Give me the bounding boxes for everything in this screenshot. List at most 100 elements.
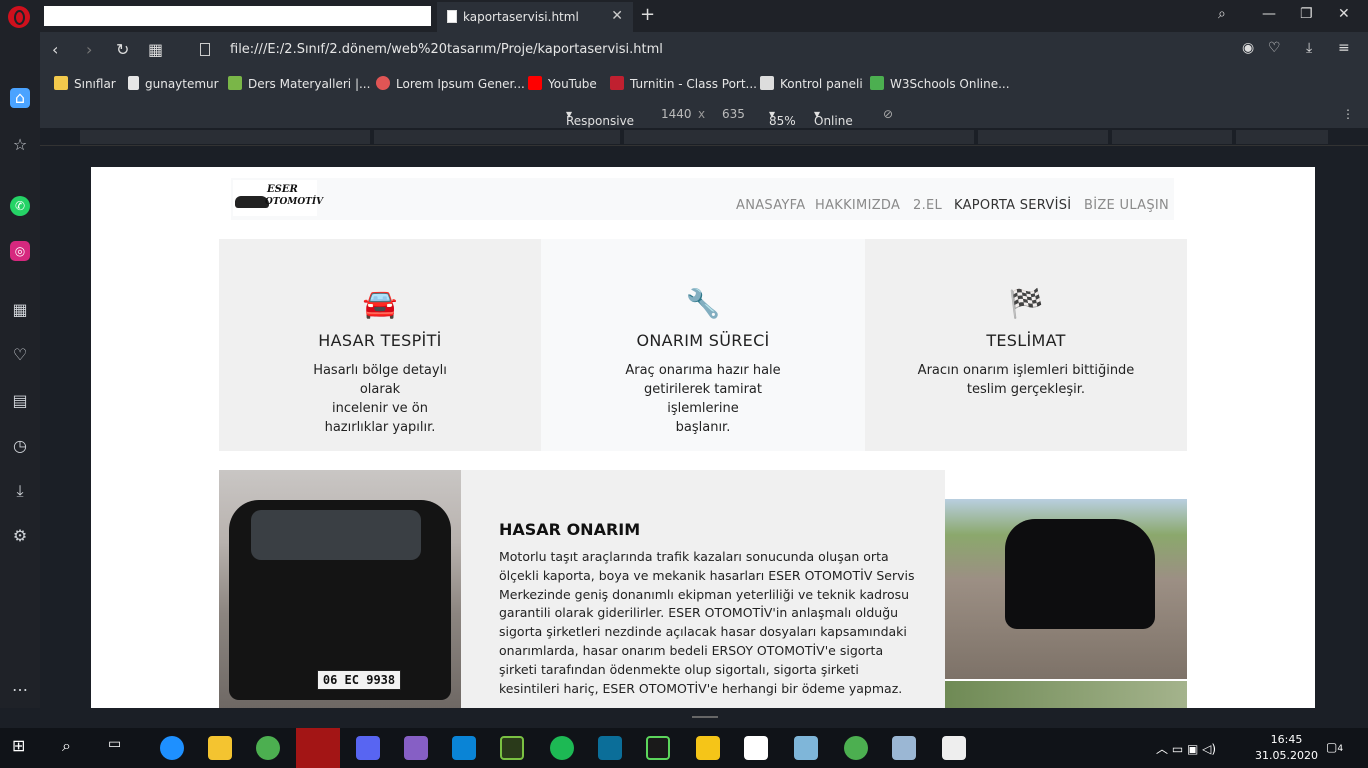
repaired-car-image xyxy=(945,499,1187,679)
bookmark-item[interactable]: W3Schools Online... xyxy=(870,76,1010,91)
minimize-button[interactable]: — xyxy=(1262,6,1276,22)
heart-bookmark-icon[interactable]: ♡ xyxy=(1268,40,1281,56)
snapshot-camera-icon[interactable]: ◉ xyxy=(1242,40,1254,56)
tab-title: kaportaservisi.html xyxy=(463,10,579,24)
damaged-car-image: 06 EC 9938 xyxy=(219,470,461,708)
back-button[interactable]: ‹ xyxy=(52,40,58,59)
more-options-icon[interactable]: … xyxy=(10,676,30,696)
close-window-button[interactable]: ✕ xyxy=(1338,6,1350,22)
feature-card-hasar-tespiti: 🚘 HASAR TESPİTİ Hasarlı bölge detaylı ol… xyxy=(219,239,541,451)
spotify-icon[interactable] xyxy=(550,736,574,760)
edge-icon[interactable] xyxy=(160,736,184,760)
windows-taskbar: ⊞ ⌕ ▭ ︿ ▭ ▣ ◁) 16:45 31.05.2020 ▢4 xyxy=(0,728,1368,768)
terminal-icon[interactable] xyxy=(646,736,670,760)
bookmark-item[interactable]: Lorem Ipsum Gener... xyxy=(376,76,525,91)
arduino-icon[interactable] xyxy=(598,736,622,760)
bookmarks-star-icon[interactable]: ☆ xyxy=(10,135,30,155)
feature-text: Araç onarıma hazır hale getirilerek tamir… xyxy=(625,363,781,435)
forward-button[interactable]: › xyxy=(86,40,92,59)
network-throttle-select[interactable]: Online ▾ xyxy=(814,107,853,128)
viewport-resize-bar[interactable] xyxy=(40,708,1368,728)
bookmarks-bar: Sınıflar gunaytemur Ders Materyalleri |.… xyxy=(40,68,1368,100)
paint-icon[interactable] xyxy=(892,736,916,760)
app-icon[interactable] xyxy=(696,736,720,760)
feature-text: Hasarlı bölge detaylı olarak incelenir ve… xyxy=(313,363,447,435)
bookmark-item[interactable]: gunaytemur xyxy=(128,76,219,91)
nav-link-hakkimizda[interactable]: HAKKIMIZDA xyxy=(815,198,900,213)
file-icon xyxy=(128,76,139,90)
address-bar: ‹ › ↻ ▦ file:///E:/2.Sınıf/2.dönem/web%2… xyxy=(40,32,1368,68)
bookmark-item[interactable]: YouTube xyxy=(528,76,597,91)
download-icon[interactable]: ⤓ xyxy=(1306,40,1312,56)
bookmark-icon xyxy=(376,76,390,90)
feature-card-onarim-sureci: 🔧 ONARIM SÜRECİ Araç onarıma hazır hale g… xyxy=(541,239,865,451)
dimension-separator: x xyxy=(698,107,706,121)
history-icon[interactable]: ◷ xyxy=(10,436,30,456)
device-select[interactable]: Responsive ▾ xyxy=(566,107,634,128)
url-field[interactable]: file:///E:/2.Sınıf/2.dönem/web%20tasarım… xyxy=(230,42,663,57)
discord-icon[interactable] xyxy=(356,736,380,760)
taskbar-clock[interactable]: 16:45 31.05.2020 xyxy=(1255,732,1318,764)
feature-text: Aracın onarım işlemleri bittiğinde teslim… xyxy=(917,363,1135,397)
reload-button[interactable]: ↻ xyxy=(116,40,129,59)
search-icon[interactable]: ⌕ xyxy=(62,736,86,760)
home-icon[interactable]: ⌂ xyxy=(10,88,30,108)
nav-link-2el[interactable]: 2.EL xyxy=(913,198,942,213)
section-text: Motorlu taşıt araçlarında trafik kazalar… xyxy=(499,549,915,696)
height-input[interactable]: 635 xyxy=(722,107,745,121)
active-tab[interactable]: kaportaservisi.html ✕ xyxy=(437,2,633,32)
chrome-icon[interactable] xyxy=(844,736,868,760)
turnitin-icon xyxy=(610,76,624,90)
nav-link-kaporta-servisi[interactable]: KAPORTA SERVİSİ xyxy=(954,198,1071,213)
w3schools-icon xyxy=(870,76,884,90)
news-icon[interactable]: ▤ xyxy=(10,391,30,411)
task-view-icon[interactable]: ▭ xyxy=(108,736,132,760)
tabs-grid-icon[interactable]: ▦ xyxy=(148,40,163,59)
speed-dial-icon[interactable]: ▦ xyxy=(10,300,30,320)
app-icon[interactable] xyxy=(794,736,818,760)
bookmark-item[interactable]: Turnitin - Class Port... xyxy=(610,76,757,91)
zoom-select[interactable]: 85% ▾ xyxy=(769,107,796,128)
bookmark-item[interactable]: Kontrol paneli xyxy=(760,76,863,91)
easy-setup-icon[interactable]: ≡ xyxy=(1338,40,1350,56)
site-logo[interactable]: ESER OTOMOTİV xyxy=(233,180,323,216)
system-tray-icons[interactable]: ︿ ▭ ▣ ◁) xyxy=(1156,740,1216,757)
more-icon[interactable]: ⋮ xyxy=(1342,107,1354,121)
bookmark-item[interactable]: Ders Materyalleri |... xyxy=(228,76,370,91)
file-explorer-icon[interactable] xyxy=(208,736,232,760)
tab-bar: kaportaservisi.html ✕ + ⌕ — ❐ ✕ xyxy=(0,0,1368,32)
maximize-button[interactable]: ❐ xyxy=(1300,6,1313,22)
vscode-icon[interactable] xyxy=(452,736,476,760)
whatsapp-icon[interactable]: ✆ xyxy=(10,196,30,216)
opera-sidebar: ⌂ ☆ ✆ ◎ ▦ ♡ ▤ ◷ ⤓ ⚙ … xyxy=(0,32,40,708)
instagram-icon[interactable]: ◎ xyxy=(10,241,30,261)
close-tab-icon[interactable]: ✕ xyxy=(611,8,623,24)
notifications-icon[interactable]: ▢4 xyxy=(1326,740,1343,754)
opera-logo-icon[interactable] xyxy=(8,6,30,28)
nav-link-bize-ulasin[interactable]: BİZE ULAŞIN xyxy=(1084,198,1169,213)
new-tab-button[interactable]: + xyxy=(640,4,655,25)
width-input[interactable]: 1440 xyxy=(661,107,692,121)
license-plate: 06 EC 9938 xyxy=(317,670,401,690)
visual-studio-icon[interactable] xyxy=(404,736,428,760)
feature-card-teslimat: 🏁 TESLİMAT Aracın onarım işlemleri bitti… xyxy=(865,239,1187,451)
search-tabs-icon[interactable]: ⌕ xyxy=(1218,6,1226,22)
downloads-icon[interactable]: ⤓ xyxy=(10,481,30,501)
chrome-icon[interactable] xyxy=(256,736,280,760)
opera-taskbar-icon[interactable] xyxy=(296,728,340,768)
bookmark-item[interactable]: Sınıflar xyxy=(54,76,116,91)
windows-start-icon[interactable]: ⊞ xyxy=(12,736,36,760)
bookmark-icon xyxy=(760,76,774,90)
settings-gear-icon[interactable]: ⚙ xyxy=(10,526,30,546)
rotate-icon[interactable]: ⊘ xyxy=(883,107,893,121)
checkered-flag-icon: 🏁 xyxy=(1008,287,1044,320)
app-icon[interactable] xyxy=(744,736,768,760)
nav-link-anasayfa[interactable]: ANASAYFA xyxy=(736,198,805,213)
dreamweaver-icon[interactable] xyxy=(500,736,524,760)
bookmark-icon xyxy=(228,76,242,90)
photos-icon[interactable] xyxy=(942,736,966,760)
hasar-onarim-section: HASAR ONARIM Motorlu taşıt araçlarında t… xyxy=(461,470,945,708)
page-viewport: ESER OTOMOTİV ANASAYFA HAKKIMIZDA 2.EL K… xyxy=(40,146,1368,708)
heart-icon[interactable]: ♡ xyxy=(10,345,30,365)
tab-search-field[interactable] xyxy=(44,6,431,26)
